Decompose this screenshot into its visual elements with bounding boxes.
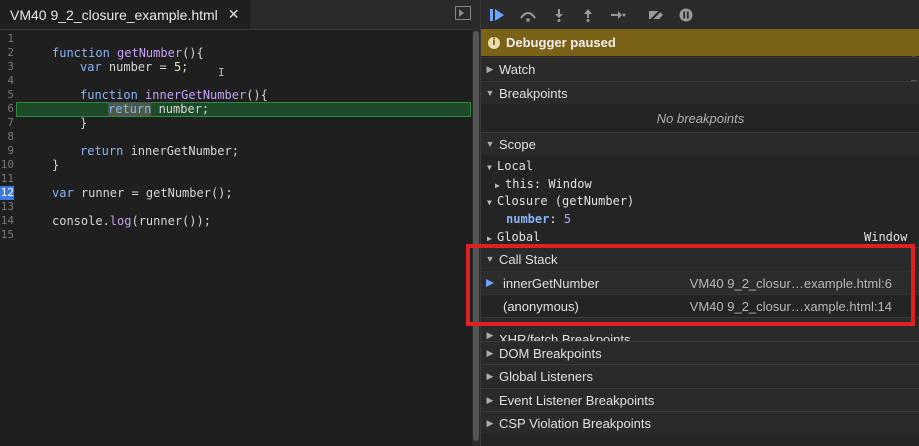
- scope-this[interactable]: ▶ this: Window: [495, 176, 592, 193]
- editor-scrollbar[interactable]: [472, 29, 480, 446]
- section-global-listeners[interactable]: ▶ Global Listeners: [481, 364, 919, 387]
- line-number[interactable]: 9: [0, 144, 14, 158]
- step-out-icon[interactable]: [578, 5, 598, 25]
- line-number[interactable]: 10: [0, 158, 14, 172]
- no-breakpoints-message: No breakpoints: [481, 106, 919, 131]
- line-number[interactable]: 4: [0, 74, 14, 88]
- resume-icon[interactable]: [487, 5, 507, 25]
- section-watch[interactable]: ▶ Watch: [481, 57, 919, 80]
- file-tab-title: VM40 9_2_closure_example.html: [10, 6, 218, 23]
- section-title: Breakpoints: [499, 85, 568, 101]
- close-tab-icon[interactable]: ✕: [228, 6, 240, 23]
- debugger-toolbar: [481, 0, 919, 30]
- scope-closure[interactable]: ▼ Closure (getNumber): [487, 193, 634, 210]
- deactivate-breakpoints-icon[interactable]: [646, 5, 666, 25]
- line-number[interactable]: 5: [0, 88, 14, 102]
- line-number[interactable]: 8: [0, 130, 14, 144]
- section-title: XHR/fetch Breakpoints: [499, 332, 631, 341]
- section-title: Scope: [499, 136, 536, 152]
- section-csp-violation-breakpoints[interactable]: ▶ CSP Violation Breakpoints: [481, 411, 919, 434]
- toggle-debugger-icon[interactable]: [455, 6, 471, 20]
- expand-icon: ▶: [486, 370, 494, 381]
- collapse-icon: ▼: [485, 88, 495, 98]
- section-title: Global Listeners: [499, 368, 593, 384]
- code-line: function getNumber(){: [52, 46, 204, 60]
- info-icon: i: [488, 36, 500, 49]
- line-number[interactable]: 14: [0, 214, 14, 228]
- pause-on-exceptions-icon[interactable]: [676, 5, 696, 25]
- paused-label: Debugger paused: [506, 35, 616, 50]
- line-number[interactable]: 1: [0, 32, 14, 46]
- debugger-sidebar: i Debugger paused ▶ Watch ▼ Breakpoints …: [480, 0, 919, 446]
- line-number[interactable]: 13: [0, 200, 14, 214]
- line-number[interactable]: 11: [0, 172, 14, 186]
- expand-icon: ▶: [486, 330, 494, 340]
- code-line: return number;: [108, 102, 210, 116]
- line-number[interactable]: 2: [0, 46, 14, 60]
- expand-icon: ▶: [495, 181, 500, 190]
- section-event-listener-breakpoints[interactable]: ▶ Event Listener Breakpoints: [481, 388, 919, 411]
- section-breakpoints[interactable]: ▼ Breakpoints: [481, 81, 919, 104]
- source-editor: VM40 9_2_closure_example.html ✕ 1 2 3 4 …: [0, 0, 480, 446]
- section-dom-breakpoints[interactable]: ▶ DOM Breakpoints: [481, 341, 919, 364]
- editor-tab-bar: VM40 9_2_closure_example.html ✕: [0, 0, 480, 30]
- code-line: console.log(runner());: [52, 214, 211, 228]
- editor-scroll-thumb[interactable]: [473, 31, 479, 441]
- line-number[interactable]: 15: [0, 228, 14, 242]
- code-line: return innerGetNumber;: [80, 144, 239, 158]
- step-over-icon[interactable]: [518, 5, 538, 25]
- step-into-icon[interactable]: [549, 5, 569, 25]
- section-title: CSP Violation Breakpoints: [499, 415, 652, 431]
- code-line: }: [80, 116, 88, 130]
- call-stack-highlight-annotation: [466, 244, 915, 326]
- expand-icon: ▶: [486, 347, 494, 358]
- section-title: Watch: [499, 61, 536, 77]
- collapse-icon: ▼: [487, 198, 492, 207]
- section-title: DOM Breakpoints: [499, 345, 602, 361]
- debugger-paused-banner: i Debugger paused: [481, 29, 919, 56]
- code-line: }: [52, 158, 60, 172]
- scope-number-property[interactable]: number: 5: [506, 211, 571, 228]
- expand-icon: ▶: [486, 63, 494, 74]
- file-tab[interactable]: VM40 9_2_closure_example.html ✕: [0, 0, 250, 29]
- line-gutter[interactable]: 1 2 3 4 5 6 7 8 9 10 11 12 13 14 15: [0, 29, 16, 446]
- line-number[interactable]: 6: [0, 102, 14, 116]
- collapse-icon: ▼: [485, 139, 495, 149]
- breakpoint-line-number[interactable]: 12: [0, 186, 14, 200]
- scope-local[interactable]: ▼ Local: [487, 158, 533, 175]
- section-title: Event Listener Breakpoints: [499, 392, 655, 408]
- line-number[interactable]: 7: [0, 116, 14, 130]
- text-cursor-icon: I: [218, 66, 225, 79]
- section-scope[interactable]: ▼ Scope: [481, 132, 919, 155]
- expand-icon: ▶: [486, 417, 494, 428]
- code-line: function innerGetNumber(){: [80, 88, 268, 102]
- code-line: var runner = getNumber();: [52, 186, 233, 200]
- step-icon[interactable]: [608, 5, 628, 25]
- expand-icon: ▶: [486, 394, 494, 405]
- code-content[interactable]: function getNumber(){ var number = 5; fu…: [22, 29, 472, 446]
- collapse-icon: ▼: [487, 163, 492, 172]
- line-number[interactable]: 3: [0, 60, 14, 74]
- code-line: var number = 5;: [80, 60, 189, 74]
